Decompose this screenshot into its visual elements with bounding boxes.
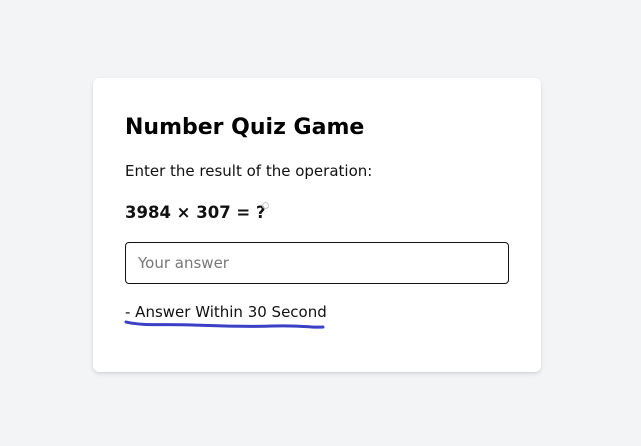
indicator-dot-icon [262,202,269,209]
quiz-card: Number Quiz Game Enter the result of the… [93,78,541,372]
quiz-title: Number Quiz Game [125,115,365,140]
underline-stroke [124,320,325,329]
hand-drawn-underline [124,320,325,329]
answer-input[interactable] [125,242,509,284]
quiz-question: 3984 × 307 = ? [125,203,266,222]
quiz-prompt: Enter the result of the operation: [125,162,373,180]
